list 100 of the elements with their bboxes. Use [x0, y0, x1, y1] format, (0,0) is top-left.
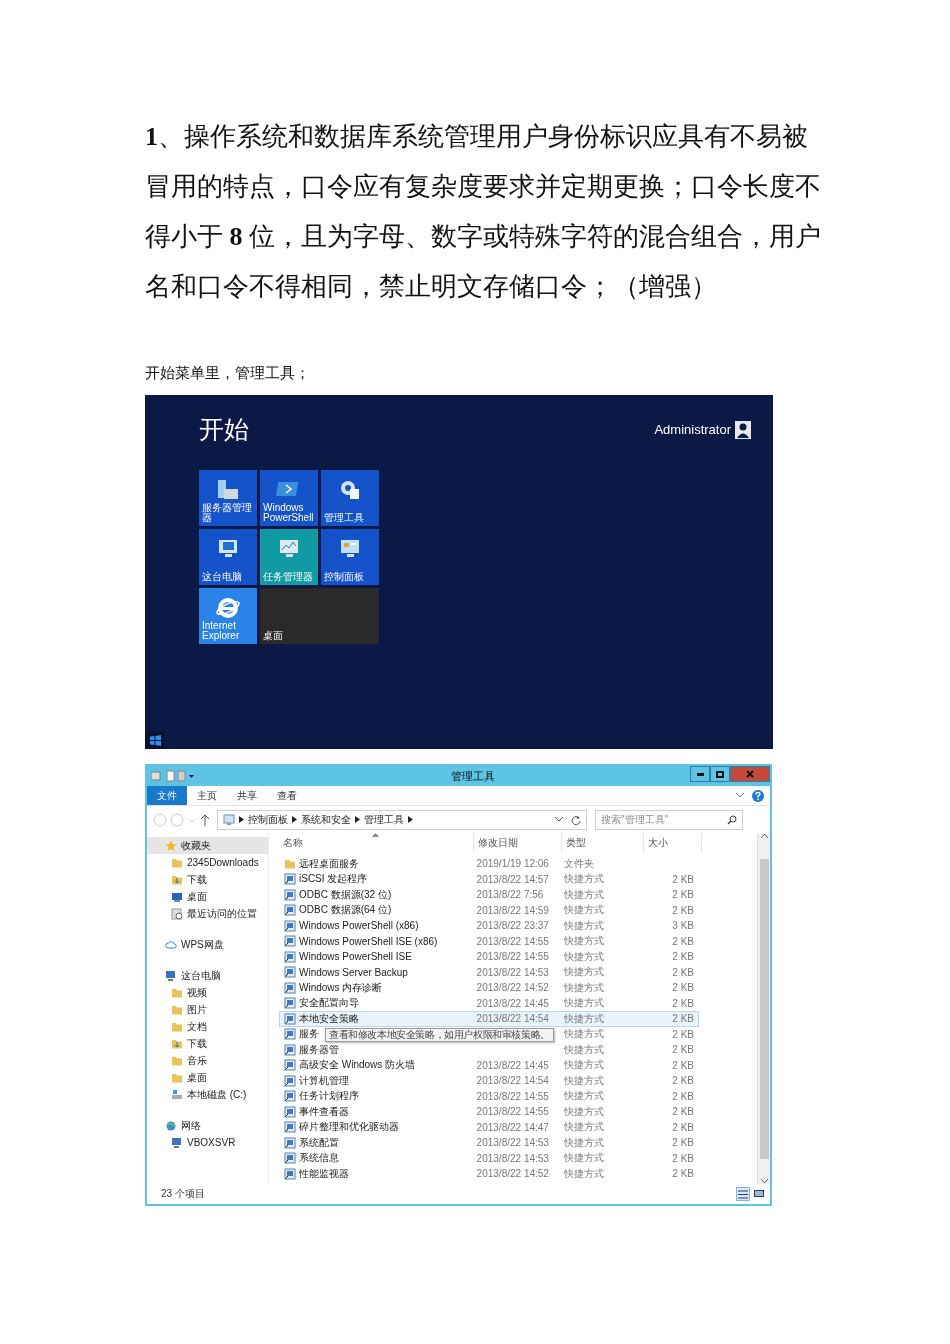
- dropdown-icon[interactable]: [555, 817, 563, 822]
- modified-date: 2013/8/22 14:54: [475, 1013, 550, 1025]
- ribbon-tab[interactable]: 文件: [147, 786, 187, 805]
- nav-item[interactable]: 图片: [147, 1001, 268, 1018]
- shortcut-icon: [284, 919, 296, 932]
- start-button[interactable]: [145, 731, 165, 749]
- file-row[interactable]: 系统信息 2013/8/22 14:53 快捷方式 2 KB: [279, 1150, 699, 1166]
- nav-item[interactable]: WPS网盘: [147, 936, 268, 953]
- caption: 开始菜单里，管理工具；: [145, 364, 311, 383]
- nav-item[interactable]: 下载: [147, 1035, 268, 1052]
- nav-item[interactable]: 下载: [147, 871, 268, 888]
- refresh-icon[interactable]: [571, 814, 581, 825]
- nav-item[interactable]: 本地磁盘 (C:): [147, 1086, 268, 1103]
- nav-item[interactable]: 网络: [147, 1117, 268, 1134]
- column-header[interactable]: 修改日期: [474, 833, 562, 853]
- file-row[interactable]: 计算机管理 2013/8/22 14:54 快捷方式 2 KB: [279, 1073, 699, 1089]
- modified-date: 2013/8/22 14:59: [475, 904, 550, 916]
- file-row[interactable]: Windows 内存诊断 2013/8/22 14:52 快捷方式 2 KB: [279, 980, 699, 996]
- maximize-button[interactable]: [710, 766, 730, 782]
- breadcrumb[interactable]: 系统和安全: [301, 812, 351, 827]
- column-header[interactable]: 大小: [644, 833, 702, 853]
- close-icon: [746, 770, 754, 778]
- file-row[interactable]: 高级安全 Windows 防火墙 2013/8/22 14:45 快捷方式 2 KB: [279, 1057, 699, 1073]
- file-row[interactable]: Windows Server Backup 2013/8/22 14:53 快捷方式 2 KB: [279, 964, 699, 980]
- nav-item[interactable]: 这台电脑: [147, 967, 268, 984]
- quick-access-icon[interactable]: [151, 770, 195, 782]
- nav-item[interactable]: VBOXSVR: [147, 1134, 268, 1151]
- nav-item[interactable]: 2345Downloads: [147, 854, 268, 871]
- scroll-down-icon[interactable]: [760, 1179, 768, 1184]
- nav-item[interactable]: 音乐: [147, 1052, 268, 1069]
- column-header[interactable]: 类型: [562, 833, 644, 853]
- app-tile[interactable]: Windows PowerShell: [260, 470, 318, 526]
- breadcrumb[interactable]: 控制面板: [248, 812, 288, 827]
- expand-chevron-icon[interactable]: [736, 793, 744, 798]
- file-row[interactable]: Windows PowerShell (x86) 2013/8/22 23:37 快捷方式 3 KB: [279, 918, 699, 934]
- folder-icon: [171, 1020, 183, 1033]
- ribbon-tab[interactable]: 主页: [187, 786, 227, 805]
- app-tile[interactable]: 控制面板: [321, 529, 379, 585]
- search-field[interactable]: 搜索"管理工具": [595, 809, 743, 830]
- file-type: 快捷方式: [562, 903, 605, 918]
- file-name: 系统配置: [280, 1135, 473, 1150]
- file-row[interactable]: 碎片整理和优化驱动器 2013/8/22 14:47 快捷方式 2 KB: [279, 1119, 699, 1135]
- file-row[interactable]: Windows PowerShell ISE 2013/8/22 14:55 快捷方式 2 KB: [279, 949, 699, 965]
- close-button[interactable]: [730, 766, 770, 782]
- folder-icon: [171, 986, 183, 999]
- file-name: 计算机管理: [280, 1073, 473, 1088]
- file-row[interactable]: 任务计划程序 2013/8/22 14:55 快捷方式 2 KB: [279, 1088, 699, 1104]
- nav-item[interactable]: 最近访问的位置: [147, 905, 268, 922]
- ribbon-tab[interactable]: 查看: [267, 786, 307, 805]
- file-row[interactable]: 性能监视器 2013/8/22 14:52 快捷方式 2 KB: [279, 1166, 699, 1182]
- computer-icon: [171, 1136, 183, 1149]
- file-row[interactable]: 系统配置 2013/8/22 14:53 快捷方式 2 KB: [279, 1135, 699, 1151]
- folder-icon: [284, 857, 296, 870]
- app-tile[interactable]: 服务器管理器: [199, 470, 257, 526]
- file-row[interactable]: ODBC 数据源(64 位) 2013/8/22 14:59 快捷方式 2 KB: [279, 902, 699, 918]
- scrollbar[interactable]: [757, 833, 770, 1184]
- user-avatar-icon[interactable]: [735, 420, 751, 439]
- breadcrumb[interactable]: 管理工具: [364, 812, 404, 827]
- file-type: 快捷方式: [562, 1073, 605, 1088]
- nav-item[interactable]: 文档: [147, 1018, 268, 1035]
- shortcut-icon: [284, 1043, 296, 1056]
- file-size: 2 KB: [671, 904, 695, 916]
- nav-item[interactable]: 桌面: [147, 888, 268, 905]
- file-size: 2 KB: [671, 1090, 695, 1102]
- address-bar[interactable]: 控制面板 系统和安全 管理工具: [217, 809, 587, 830]
- app-tile[interactable]: 这台电脑: [199, 529, 257, 585]
- nav-item[interactable]: 视频: [147, 984, 268, 1001]
- file-type: 快捷方式: [562, 1151, 605, 1166]
- app-tile[interactable]: Internet Explorer: [199, 588, 257, 644]
- file-row[interactable]: 服务器管 快捷方式 2 KB: [279, 1042, 699, 1058]
- file-size: 2 KB: [671, 1106, 695, 1118]
- file-row[interactable]: ODBC 数据源(32 位) 2013/8/22 7:56 快捷方式 2 KB: [279, 887, 699, 903]
- minimize-button[interactable]: [690, 766, 710, 782]
- modified-date: 2013/8/22 14:57: [475, 873, 550, 885]
- nav-item[interactable]: 收藏夹: [147, 837, 268, 854]
- shortcut-icon: [284, 997, 296, 1010]
- file-row[interactable]: Windows PowerShell ISE (x86) 2013/8/22 14:55 快捷方式 2 KB: [279, 933, 699, 949]
- file-row[interactable]: 事件查看器 2013/8/22 14:55 快捷方式 2 KB: [279, 1104, 699, 1120]
- file-row[interactable]: iSCSI 发起程序 2013/8/22 14:57 快捷方式 2 KB: [279, 871, 699, 887]
- app-tile[interactable]: 管理工具: [321, 470, 379, 526]
- file-row[interactable]: 远程桌面服务 2019/1/19 12:06 文件夹: [279, 856, 699, 872]
- list-icon: [738, 1189, 748, 1199]
- shortcut-icon: [284, 1121, 296, 1134]
- file-row[interactable]: 安全配置向导 2013/8/22 14:45 快捷方式 2 KB: [279, 995, 699, 1011]
- scroll-up-icon[interactable]: [760, 833, 768, 838]
- file-type: 快捷方式: [562, 965, 605, 980]
- user-name[interactable]: Administrator: [654, 422, 731, 437]
- modified-date: 2013/8/22 14:52: [475, 982, 550, 994]
- ribbon-tab[interactable]: 共享: [227, 786, 267, 805]
- modified-date: 2013/8/22 14:55: [475, 1106, 550, 1118]
- folder-icon: [171, 856, 183, 869]
- file-type: 快捷方式: [562, 1104, 605, 1119]
- app-tile[interactable]: 桌面: [260, 588, 379, 644]
- column-header[interactable]: 名称: [279, 833, 474, 853]
- modified-date: 2013/8/22 14:55: [475, 1090, 550, 1102]
- file-row[interactable]: 本地安全策略 2013/8/22 14:54 快捷方式 2 KB: [279, 1011, 699, 1027]
- details-view-button[interactable]: [736, 1187, 750, 1201]
- nav-item[interactable]: 桌面: [147, 1069, 268, 1086]
- file-type: 快捷方式: [562, 980, 605, 995]
- help-icon[interactable]: [752, 789, 764, 802]
